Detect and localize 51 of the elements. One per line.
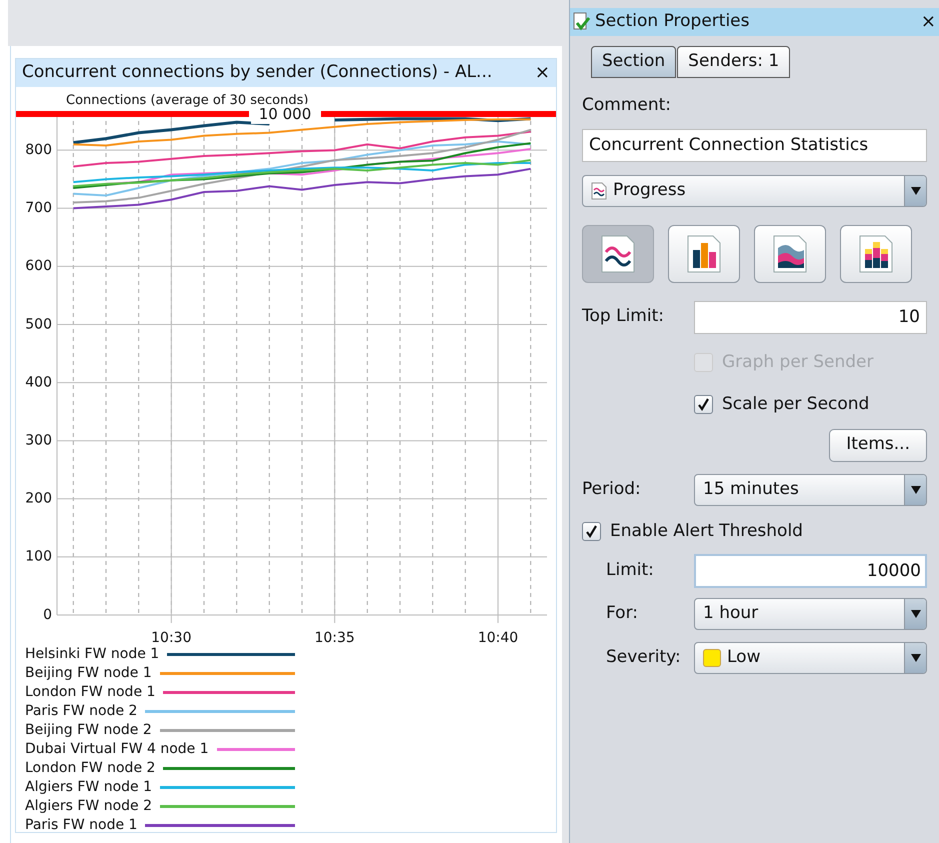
y-tick-label: 500 [25,316,52,332]
close-button[interactable]: × [534,64,550,82]
y-tick-label: 200 [25,490,52,507]
items-button[interactable]: Items... [829,428,927,462]
y-tick-label: 100 [25,548,52,565]
duration-dropdown[interactable]: 1 hour [694,598,927,630]
legend-label: Paris FW node 1 [25,816,138,835]
field-label: Period: [582,478,642,501]
x-tick-label: 10:40 [478,630,518,646]
x-tick-label: 10:35 [314,630,355,646]
y-tick-label: 700 [25,200,52,216]
comment-field[interactable]: Concurrent Connection Statistics [582,128,927,162]
legend-label: Algiers FW node 1 [25,778,152,797]
checked-document-icon [573,12,591,32]
legend-label: Beijing FW node 1 [25,664,152,683]
severity-dropdown[interactable]: Low [694,642,927,674]
legend-label: London FW node 1 [25,683,156,702]
x-tick-label: 10:30 [151,630,192,646]
y-tick-label: 0 [43,606,52,623]
y-tick-label: 300 [25,432,52,449]
field-label: Comment: [582,94,672,117]
field-label: For: [605,602,639,626]
legend-label: Helsinki FW node 1 [25,645,160,664]
chart-type-button[interactable] [668,224,740,282]
y-tick-label: 800 [25,142,52,158]
legend-label: Beijing FW node 2 [25,721,152,740]
legend-label: Dubai Virtual FW 4 node 1 [25,740,209,759]
panel-title: Section Properties [573,9,750,35]
field-label: Limit: [605,559,655,582]
y-tick-label: 400 [25,374,52,390]
style-dropdown[interactable]: Progress [582,174,927,206]
checkbox-label: Enable Alert Threshold [610,520,803,542]
panel-title: Concurrent connections by sender (Connections) - AL... [22,61,492,84]
limit-field[interactable]: 10000 [694,554,927,588]
line-chart-icon [591,182,607,200]
tab[interactable]: Section [591,46,676,78]
chart-type-button[interactable] [840,224,912,282]
period-dropdown[interactable]: 15 minutes [694,474,927,506]
checkbox-label: Scale per Second [722,393,870,416]
legend-label: Paris FW node 2 [25,702,138,721]
field-label: Top Limit: [582,305,665,328]
checkbox[interactable] [582,522,601,541]
checkbox[interactable] [694,395,713,414]
legend-label: London FW node 2 [25,759,156,778]
legend-label: Algiers FW node 2 [25,797,152,816]
y-tick-label: 600 [25,258,52,274]
field-label: Severity: [605,646,682,670]
top-limit-field[interactable]: 10 [694,300,927,334]
tab[interactable]: Senders: 1 [677,46,790,78]
chart-type-button[interactable] [754,224,826,282]
close-button[interactable]: × [920,13,936,31]
